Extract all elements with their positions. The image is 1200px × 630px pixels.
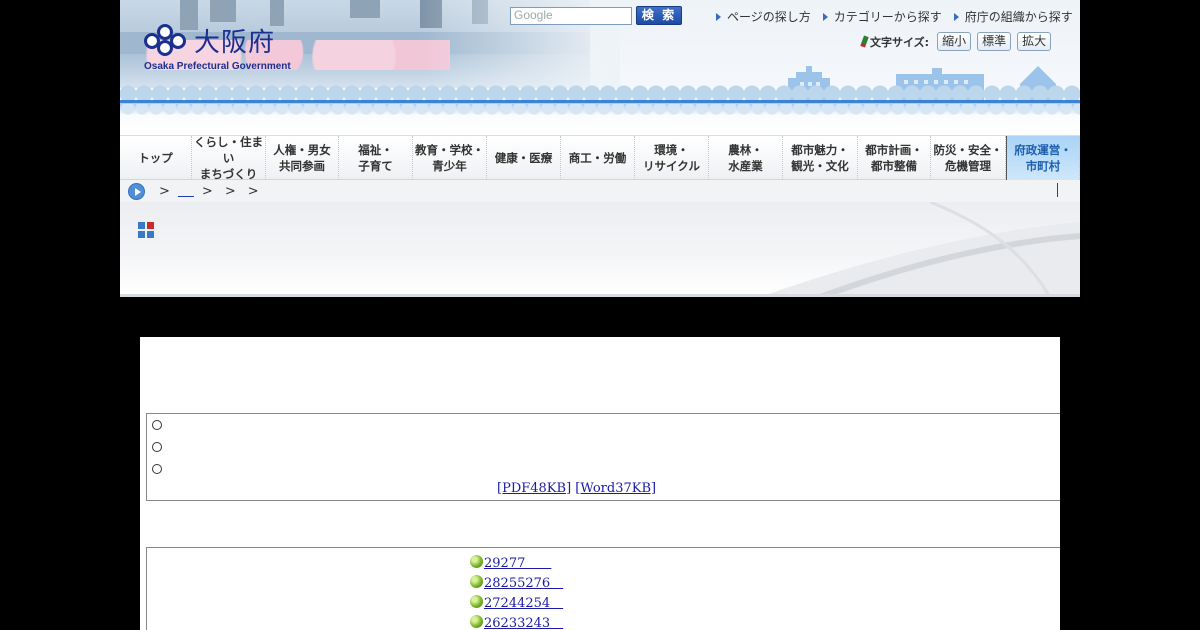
- nav-disaster[interactable]: 防災・安全・ 危機管理: [931, 136, 1006, 180]
- utility-nav: ページの探し方 カテゴリーから探す 府庁の組織から探す: [716, 8, 1073, 25]
- tree-border: [120, 82, 1080, 102]
- pdf-download-link[interactable]: [PDF48KB]: [497, 481, 571, 496]
- logo-text: 大阪府: [194, 28, 276, 58]
- nav-human-rights[interactable]: 人権・男女 共同参画: [266, 136, 339, 180]
- document-download-links: [PDF48KB] [Word37KB]: [497, 481, 656, 496]
- breadcrumb-separator: >: [201, 183, 213, 199]
- breadcrumb-separator: >: [224, 183, 236, 199]
- search-button[interactable]: 検 索: [636, 6, 682, 25]
- green-ball-icon: [470, 575, 483, 588]
- word-download-link[interactable]: [Word37KB]: [575, 481, 656, 496]
- count-link[interactable]: 28255276: [484, 572, 563, 591]
- breadcrumb-separator: >: [159, 183, 170, 199]
- nav-welfare[interactable]: 福祉・ 子育て: [339, 136, 413, 180]
- circle-bullet-icon: [152, 442, 162, 452]
- circle-bullet-icon: [152, 420, 162, 430]
- document-list-box: [PDF48KB] [Word37KB]: [146, 413, 1060, 501]
- list-item: 27244254: [470, 592, 563, 611]
- main-content: [PDF48KB] [Word37KB] 29277 28255276 2724…: [140, 337, 1060, 630]
- count-list-box: 29277 28255276 27244254 26233243: [146, 547, 1060, 630]
- site-header: 大阪府 Osaka Prefectural Government Google …: [120, 0, 1080, 135]
- green-ball-icon: [470, 555, 483, 568]
- nav-environment[interactable]: 環境・ リサイクル: [635, 136, 709, 180]
- pencil-icon: [860, 35, 869, 48]
- home-arrow-icon[interactable]: [128, 182, 145, 200]
- nav-agriculture[interactable]: 農林・ 水産業: [709, 136, 783, 180]
- util-link-category[interactable]: カテゴリーから探す: [822, 8, 942, 25]
- font-size-smaller-button[interactable]: 縮小: [937, 32, 972, 51]
- nav-health[interactable]: 健康・医療: [487, 136, 561, 180]
- list-item: [152, 420, 163, 430]
- util-link-organization[interactable]: 府庁の組織から探す: [953, 8, 1073, 25]
- font-size-standard-button[interactable]: 標準: [977, 32, 1012, 51]
- breadcrumb-link[interactable]: [177, 185, 194, 197]
- green-ball-icon: [470, 595, 483, 608]
- swoosh-decoration: [768, 202, 1080, 294]
- list-item: 26233243: [470, 612, 563, 630]
- logo-mark-icon: [142, 24, 192, 58]
- search-form: Google 検 索: [510, 6, 690, 26]
- count-link[interactable]: 27244254: [484, 592, 563, 611]
- arrow-right-icon: [822, 12, 828, 21]
- font-size-larger-button[interactable]: 拡大: [1017, 32, 1052, 51]
- list-item: 28255276: [470, 572, 563, 591]
- list-item: [152, 442, 163, 452]
- font-size-control: 文字サイズ: 縮小 標準 拡大: [860, 32, 1052, 51]
- breadcrumb: > > > >: [120, 180, 1080, 202]
- nav-living[interactable]: くらし・住まい まちづくり: [192, 135, 266, 181]
- page: 大阪府 Osaka Prefectural Government Google …: [0, 0, 1200, 630]
- page-title-banner: [120, 202, 1080, 297]
- arrow-right-icon: [716, 12, 721, 21]
- nav-administration[interactable]: 府政運営・ 市町村: [1006, 136, 1080, 180]
- count-link[interactable]: 29277: [484, 552, 551, 571]
- nav-urban-planning[interactable]: 都市計画・ 都市整備: [858, 136, 931, 180]
- breadcrumb-divider: [1057, 183, 1058, 197]
- search-input[interactable]: Google: [510, 7, 632, 25]
- nav-education[interactable]: 教育・学校・ 青少年: [413, 136, 487, 180]
- arrow-right-icon: [953, 12, 959, 21]
- global-nav: トップ くらし・住まい まちづくり 人権・男女 共同参画 福祉・ 子育て 教育・…: [120, 135, 1080, 181]
- breadcrumb-separator: >: [247, 183, 259, 199]
- list-item: 29277: [470, 552, 551, 571]
- circle-bullet-icon: [152, 464, 162, 474]
- nav-tourism[interactable]: 都市魅力・ 観光・文化: [783, 136, 858, 180]
- nav-commerce[interactable]: 商工・労働: [561, 136, 635, 180]
- count-link[interactable]: 26233243: [484, 612, 563, 630]
- util-link-page-guide[interactable]: ページの探し方: [716, 8, 811, 25]
- font-size-label: 文字サイズ:: [860, 34, 929, 50]
- title-grid-icon: [138, 222, 154, 238]
- nav-top[interactable]: トップ: [120, 136, 192, 180]
- list-item: [152, 464, 163, 474]
- green-ball-icon: [470, 615, 483, 628]
